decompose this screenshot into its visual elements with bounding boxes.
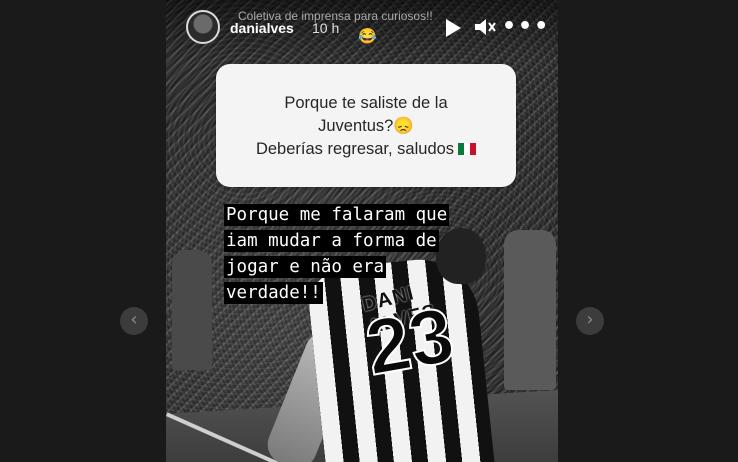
question-text: Porque te saliste de la Juventus?😞 Deber… [216, 92, 516, 161]
answer-line-text: iam mudar a forma de [224, 230, 439, 252]
answer-line-text: Porque me falaram que [224, 204, 450, 226]
spectator-figure [172, 250, 212, 370]
previous-story-button[interactable]: ‹ [120, 307, 148, 335]
answer-line: iam mudar a forma de [224, 228, 524, 254]
story-viewer[interactable]: DANI ALVES 23 Coletiva de imprensa para … [166, 0, 558, 462]
caption-emoji: 😂 [358, 28, 377, 45]
question-line: Deberías regresar, saludos [216, 138, 516, 161]
question-line: Juventus?😞 [318, 117, 414, 135]
chevron-right-icon: › [586, 309, 594, 330]
mute-icon[interactable] [474, 17, 496, 37]
answer-line: Porque me falaram que [224, 202, 524, 228]
answer-line: jogar e não era [224, 254, 524, 280]
story-header: Coletiva de imprensa para curiosos!! dan… [166, 0, 558, 60]
timestamp: 10 h [312, 20, 340, 36]
avatar[interactable] [186, 10, 220, 44]
next-story-button[interactable]: › [576, 307, 604, 335]
question-line: Porque te saliste de la [284, 94, 448, 112]
answer-text: Porque me falaram que iam mudar a forma … [224, 202, 524, 306]
question-sticker: Porque te saliste de la Juventus?😞 Deber… [216, 64, 516, 187]
question-line-text: Deberías regresar, saludos [255, 140, 455, 158]
answer-line-text: jogar e não era [224, 256, 387, 278]
answer-line-text: verdade!! [224, 282, 323, 304]
mexico-flag-icon [458, 143, 477, 155]
username[interactable]: danialves [230, 20, 294, 36]
play-icon[interactable] [446, 19, 461, 37]
answer-line: verdade!! [224, 280, 524, 306]
more-icon[interactable]: ••• [502, 14, 550, 39]
chevron-left-icon: ‹ [130, 309, 138, 330]
